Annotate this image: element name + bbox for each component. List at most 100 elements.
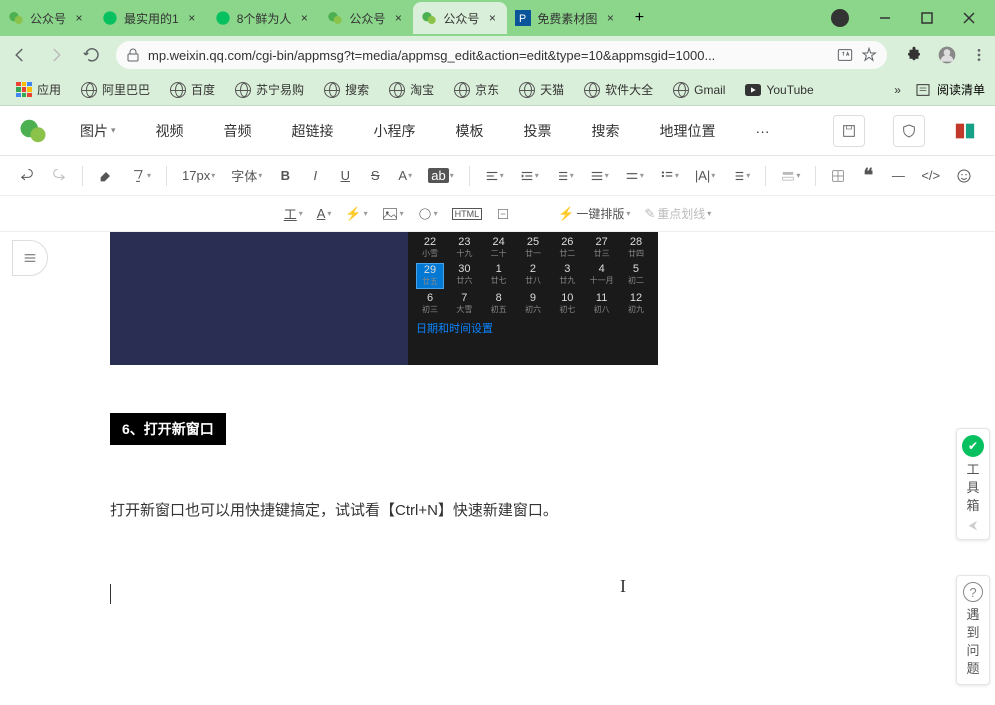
calendar-day: 10初七 — [553, 292, 581, 316]
tab-4[interactable]: 公众号 × — [413, 2, 507, 34]
outline-toggle[interactable] — [12, 240, 48, 276]
underline-button[interactable]: U — [335, 164, 355, 188]
bookmark-item[interactable]: 搜索 — [318, 78, 375, 101]
image2-button[interactable]: ▾ — [382, 207, 404, 221]
menu-video[interactable]: 视频 — [148, 117, 192, 145]
minimize-button[interactable] — [871, 4, 899, 32]
close-button[interactable] — [955, 4, 983, 32]
collapse-button[interactable] — [496, 207, 510, 221]
letterspacing-button[interactable]: 工▾ — [284, 204, 303, 223]
profile-icon[interactable] — [937, 45, 957, 65]
canvas[interactable]: ↖ 22小雪23十九24二十25廿一26廿二27廿三28廿四29廿五30廿六1廿… — [0, 232, 995, 705]
emoji-button[interactable] — [953, 164, 975, 188]
close-icon[interactable]: × — [485, 11, 499, 25]
menu-vote[interactable]: 投票 — [516, 117, 560, 145]
bookmark-item[interactable]: YouTube — [739, 80, 819, 100]
article-heading[interactable]: 6、打开新窗口 — [110, 413, 226, 445]
spacing-button[interactable]: ▾ — [552, 164, 577, 188]
fontcolor-button[interactable]: A▾ — [395, 164, 415, 188]
menu-audio[interactable]: 音频 — [216, 117, 260, 145]
tab-0[interactable]: 公众号 × — [0, 2, 94, 34]
menu-search[interactable]: 搜索 — [584, 117, 628, 145]
reading-list-button[interactable]: 阅读清单 — [915, 81, 985, 98]
undo-button[interactable] — [16, 164, 38, 188]
bookmark-item[interactable]: 苏宁易购 — [229, 78, 310, 101]
textcolor2-button[interactable]: A▾ — [317, 206, 332, 221]
effects-button[interactable]: ⚡▾ — [345, 206, 367, 222]
account-badge[interactable] — [831, 9, 849, 27]
hr-button[interactable]: — — [888, 164, 908, 188]
embedded-image[interactable]: ↖ 22小雪23十九24二十25廿一26廿二27廿三28廿四29廿五30廿六1廿… — [110, 232, 658, 365]
save-button[interactable] — [833, 115, 865, 147]
close-icon[interactable]: × — [72, 11, 86, 25]
menu-more[interactable]: ··· — [748, 119, 778, 143]
fontsize-select[interactable]: 17px▾ — [179, 164, 218, 188]
paint-button[interactable] — [95, 164, 117, 188]
wx-logo[interactable] — [18, 116, 48, 146]
quote-button[interactable]: ❝ — [858, 164, 878, 188]
emoji2-button[interactable]: ▾ — [418, 207, 438, 221]
menu-icon[interactable] — [971, 47, 987, 63]
strike-button[interactable]: S — [365, 164, 385, 188]
bookmark-item[interactable]: Gmail — [667, 79, 731, 101]
star-icon[interactable] — [861, 47, 877, 63]
bookmark-item[interactable]: 阿里巴巴 — [75, 78, 156, 101]
typeset-button[interactable]: ⚡一键排版▾ — [558, 205, 630, 222]
indent-button[interactable]: ▾ — [517, 164, 542, 188]
list-button[interactable]: ▾ — [657, 164, 682, 188]
html-button[interactable]: HTML — [452, 208, 483, 220]
italic-button[interactable]: I — [305, 164, 325, 188]
collapse-arrow-icon[interactable]: ⮜ — [969, 518, 978, 533]
close-icon[interactable]: × — [603, 11, 617, 25]
ol-button[interactable]: ▾ — [728, 164, 753, 188]
bookmark-item[interactable]: 百度 — [164, 78, 221, 101]
close-icon[interactable]: × — [391, 11, 405, 25]
tab-1[interactable]: 最实用的1 × — [94, 2, 207, 34]
align-left-button[interactable]: ▾ — [482, 164, 507, 188]
tab-5[interactable]: P 免费素材图 × — [507, 2, 625, 34]
clear-format-button[interactable]: ▾ — [127, 164, 154, 188]
lock-icon — [126, 48, 140, 62]
bookmark-item[interactable]: 天猫 — [513, 78, 570, 101]
bookmark-item[interactable]: 京东 — [448, 78, 505, 101]
close-icon[interactable]: × — [185, 11, 199, 25]
bookmark-item[interactable]: 软件大全 — [578, 78, 659, 101]
bookmark-item[interactable]: 淘宝 — [383, 78, 440, 101]
tab-3[interactable]: 公众号 × — [319, 2, 413, 34]
extensions-icon[interactable] — [905, 46, 923, 64]
redo-button[interactable] — [48, 164, 70, 188]
menu-miniprogram[interactable]: 小程序 — [366, 117, 424, 145]
text-caret — [110, 584, 885, 604]
globe-icon — [389, 82, 405, 98]
apps-button[interactable]: 应用 — [10, 78, 67, 101]
menu-link[interactable]: 超链接 — [284, 117, 342, 145]
forward-button[interactable] — [44, 43, 68, 67]
menu-location[interactable]: 地理位置 — [652, 117, 724, 145]
lineheight-button[interactable]: ▾ — [587, 164, 612, 188]
maximize-button[interactable] — [913, 4, 941, 32]
book-icon[interactable] — [953, 120, 977, 142]
url-field[interactable]: mp.weixin.qq.com/cgi-bin/appmsg?t=media/… — [116, 41, 887, 69]
help-float[interactable]: ? 遇 到 问 题 — [956, 575, 990, 685]
close-icon[interactable]: × — [297, 11, 311, 25]
article-body[interactable]: 打开新窗口也可以用快捷键搞定，试试看【Ctrl+N】快速新建窗口。 — [110, 499, 885, 520]
bgcolor-button[interactable]: ab▾ — [425, 164, 456, 188]
reload-button[interactable] — [80, 43, 104, 67]
bold-button[interactable]: B — [275, 164, 295, 188]
shield-button[interactable] — [893, 115, 925, 147]
translate-icon[interactable] — [837, 47, 853, 63]
table-button[interactable] — [828, 164, 848, 188]
textdir-button[interactable]: |A|▾ — [692, 164, 718, 188]
letterspace-button[interactable]: ▾ — [622, 164, 647, 188]
section-button[interactable]: ▾ — [778, 164, 803, 188]
font-select[interactable]: 字体▾ — [228, 164, 265, 188]
tab-2[interactable]: 8个鲜为人 × — [207, 2, 320, 34]
menu-image[interactable]: 图片▾ — [72, 117, 124, 145]
underline2-button[interactable]: ✎重点划线▾ — [644, 205, 711, 222]
new-tab-button[interactable]: + — [625, 4, 653, 32]
code-button[interactable]: </> — [918, 164, 943, 188]
menu-template[interactable]: 模板 — [448, 117, 492, 145]
bookmark-overflow[interactable]: » — [888, 80, 907, 100]
toolbox-float[interactable]: ✔ 工 具 箱 ⮜ — [956, 428, 990, 540]
back-button[interactable] — [8, 43, 32, 67]
